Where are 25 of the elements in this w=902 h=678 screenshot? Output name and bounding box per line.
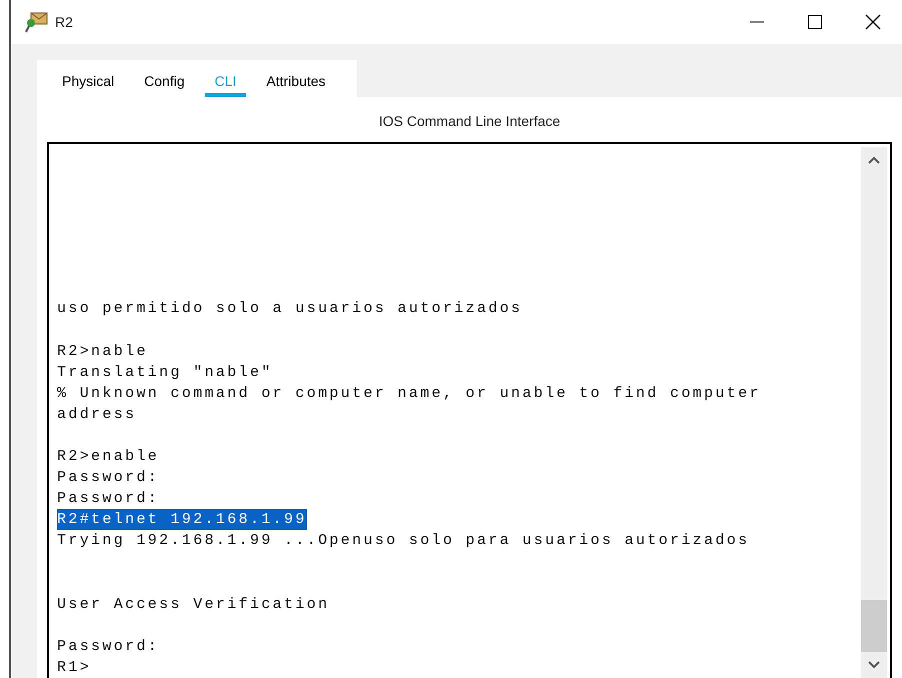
- terminal-line: R1>: [57, 658, 92, 678]
- scroll-thumb[interactable]: [861, 600, 887, 652]
- tab[interactable]: Physical: [52, 60, 124, 97]
- terminal-line: Trying 192.168.1.99 ...Openuso solo para usuarios autorizados: [57, 531, 750, 552]
- router-icon: [25, 11, 49, 33]
- scroll-down-icon[interactable]: [868, 661, 880, 669]
- panel-title: IOS Command Line Interface: [378, 112, 560, 131]
- terminal-line: Password:: [57, 468, 160, 488]
- terminal-line: Password:: [57, 636, 160, 657]
- terminal-line: address: [57, 404, 136, 425]
- terminal-line: R2>enable: [57, 446, 160, 467]
- minimize-icon: [749, 21, 765, 23]
- tab[interactable]: Attributes: [256, 60, 336, 97]
- close-icon: [864, 13, 882, 31]
- scroll-up-icon[interactable]: [868, 156, 880, 164]
- terminal-line: User Access Verification: [57, 594, 330, 615]
- maximize-icon: [807, 14, 823, 30]
- terminal-line: uso permitido solo a usuarios autorizados: [57, 299, 522, 320]
- window-title: R2: [55, 12, 73, 32]
- terminal-line: Translating "nable": [57, 362, 273, 383]
- terminal-line: % Unknown command or computer name, or unable to find computer: [57, 384, 761, 404]
- scrollbar[interactable]: [861, 147, 887, 678]
- terminal-line: Password:: [57, 489, 160, 510]
- terminal-line: R2>nable: [57, 342, 148, 362]
- tab[interactable]: Config: [134, 60, 195, 97]
